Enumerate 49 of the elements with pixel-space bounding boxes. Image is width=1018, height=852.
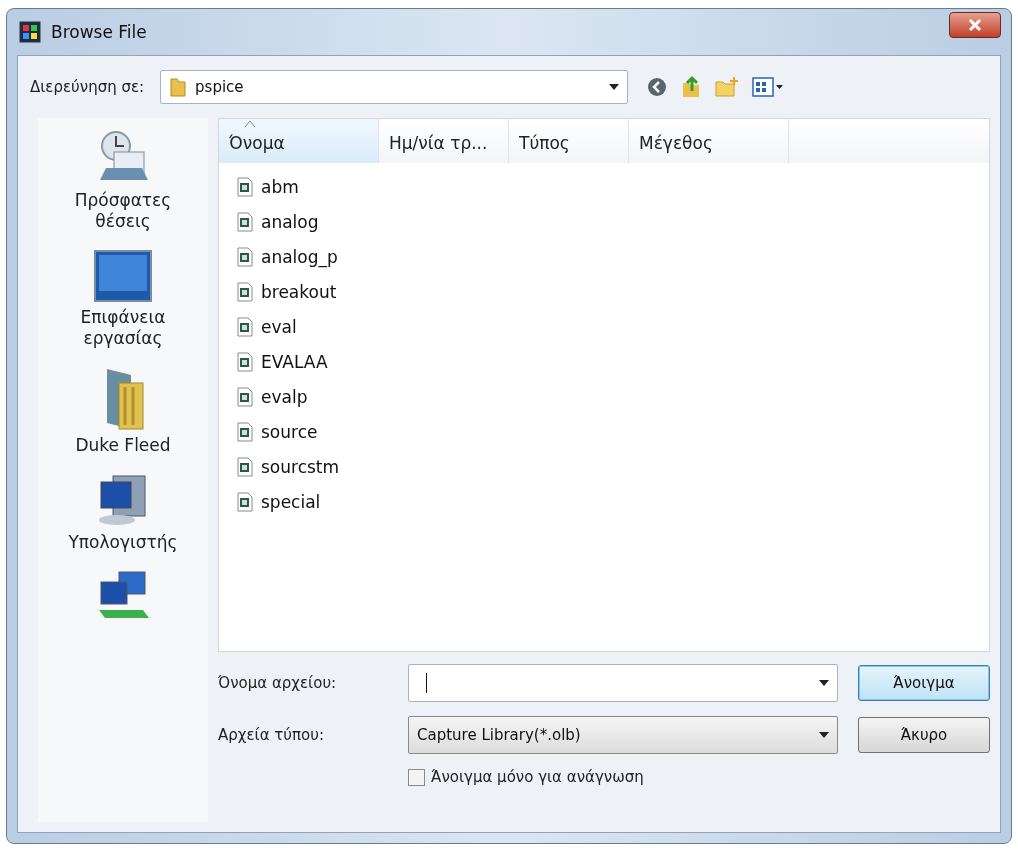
file-icon [237,211,253,232]
place-item[interactable]: Duke Fleed [43,365,203,457]
folder-icon [169,76,188,98]
file-item[interactable]: eval [237,309,297,344]
place-item[interactable]: Υπολογιστής [43,472,203,554]
view-menu-icon[interactable] [752,76,785,98]
read-only-label: Άνοιγμα μόνο για ανάγνωση [431,768,644,786]
file-type-dropdown[interactable]: Capture Library(*.olb) [408,716,838,754]
place-item[interactable]: Πρόσφατες θέσεις [43,128,203,233]
caret-icon [609,84,620,90]
file-icon [237,456,253,477]
read-only-checkbox[interactable] [408,768,425,786]
column-header[interactable]: Τύπος [509,119,629,163]
column-header[interactable]: Ημ/νία τρ... [379,119,509,163]
file-item[interactable]: evalp [237,379,308,414]
window-title: Browse File [51,22,147,42]
file-item[interactable]: abm [237,169,299,204]
file-icon [237,281,253,302]
file-item[interactable]: source [237,414,318,449]
file-item[interactable]: sourcstm [237,449,340,484]
column-header[interactable]: Μέγεθος [629,119,789,163]
file-name-label: Όνομα αρχείου: [218,674,338,692]
file-type-label: Αρχεία τύπου: [218,726,325,744]
file-item[interactable]: analog_p [237,239,338,274]
caret-icon [819,732,829,738]
close-icon [968,18,982,32]
file-icon [237,386,253,407]
look-in-label: Διερεύνηση σε: [30,78,145,96]
column-header[interactable]: Όνομα [219,119,379,163]
file-icon [237,316,253,337]
look-in-dropdown[interactable]: pspice [160,70,629,104]
open-button[interactable]: Άνοιγμα [858,665,990,701]
file-icon [237,176,253,197]
file-item[interactable]: analog [237,204,319,239]
file-item[interactable]: breakout [237,274,337,309]
file-icon [237,491,253,512]
caret-icon [819,680,829,686]
file-icon [237,421,253,442]
place-item[interactable]: Επιφάνεια εργασίας [43,248,203,349]
monitor-icon [93,248,153,303]
file-name-field[interactable] [408,664,838,702]
file-item[interactable]: EVALAA [237,344,328,379]
app-icon [19,21,41,43]
file-icon [237,246,253,267]
file-item[interactable]: special [237,484,321,519]
cancel-button[interactable]: Άκυρο [858,717,990,753]
file-icon [237,351,253,372]
close-button[interactable] [949,12,1001,38]
back-icon[interactable] [646,76,669,98]
